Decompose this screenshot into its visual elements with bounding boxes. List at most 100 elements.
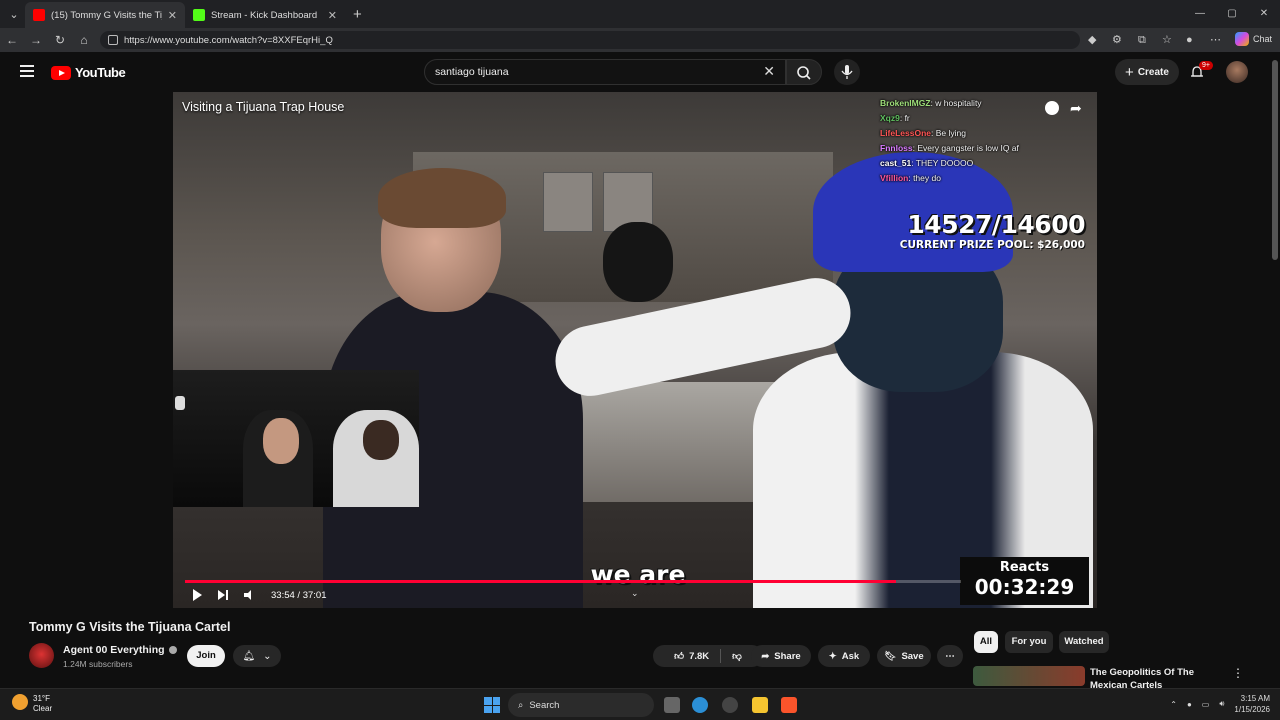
thumbs-up-icon[interactable]: 👍︎ bbox=[674, 650, 684, 662]
favorites-icon[interactable]: ☆ bbox=[1162, 28, 1172, 52]
close-tab-icon[interactable]: ✕ bbox=[328, 9, 337, 22]
chip-for-you[interactable]: For you bbox=[1005, 631, 1053, 653]
menu-hamburger-icon[interactable] bbox=[20, 65, 34, 80]
chat-message: Vfillion: they do bbox=[880, 171, 1090, 186]
prize-pool: CURRENT PRIZE POOL: $26,000 bbox=[899, 239, 1085, 251]
recommended-thumbnail[interactable] bbox=[973, 666, 1085, 686]
youtube-logo-text: YouTube bbox=[75, 65, 126, 80]
video-progress-bar[interactable] bbox=[185, 580, 961, 583]
play-icon[interactable] bbox=[193, 589, 202, 601]
new-tab-plus-icon[interactable]: + bbox=[353, 6, 362, 23]
back-arrow-icon[interactable]: ← bbox=[0, 33, 24, 47]
file-explorer-icon[interactable] bbox=[752, 697, 768, 713]
subscriber-count: 1.24M subscribers bbox=[63, 659, 133, 669]
save-button[interactable]: 🔖︎ Save bbox=[877, 645, 931, 667]
network-icon[interactable]: ▭ bbox=[1202, 700, 1210, 709]
next-icon[interactable] bbox=[218, 590, 228, 600]
more-vertical-icon[interactable]: ⋮ bbox=[1232, 666, 1244, 680]
time-total: 37:01 bbox=[302, 589, 327, 601]
extension-icon[interactable]: ◆ bbox=[1088, 28, 1096, 52]
copilot-chat-button[interactable]: Chat bbox=[1234, 32, 1272, 46]
site-info-icon[interactable] bbox=[108, 35, 118, 45]
tab-kick[interactable]: Stream - Kick Dashboard ✕ bbox=[185, 2, 345, 28]
volume-icon[interactable] bbox=[244, 590, 255, 600]
channel-avatar[interactable] bbox=[29, 643, 54, 668]
chat-message: cast_51: THEY DOOOO bbox=[880, 156, 1090, 171]
url-field[interactable]: https://www.youtube.com/watch?v=8XXFEqrH… bbox=[100, 31, 1080, 49]
page-scrollbar[interactable] bbox=[1272, 60, 1278, 260]
create-button[interactable]: + Create bbox=[1115, 59, 1179, 85]
chip-all[interactable]: All bbox=[974, 631, 998, 653]
windows-start-icon[interactable] bbox=[484, 697, 500, 713]
voice-search-button[interactable] bbox=[834, 59, 860, 85]
webcam-overlay bbox=[173, 370, 419, 507]
browser-tab-bar: ⌄ (15) Tommy G Visits the Tijuana Cartel… bbox=[0, 0, 1280, 28]
youtube-logo[interactable]: YouTube bbox=[51, 65, 126, 80]
system-tray: ⌃ ● ▭ 🔊︎ 3:15 AM 1/15/2026 bbox=[1170, 693, 1270, 715]
window-controls: — ▢ ✕ bbox=[1184, 0, 1280, 28]
sparkle-icon: ✦ bbox=[828, 650, 837, 662]
clear-search-icon[interactable]: ✕ bbox=[763, 63, 775, 80]
taskbar-search[interactable]: ⌕ Search bbox=[508, 693, 654, 717]
youtube-play-logo-icon bbox=[51, 65, 71, 80]
close-tab-icon[interactable]: ✕ bbox=[168, 9, 177, 22]
tab-youtube[interactable]: (15) Tommy G Visits the Tijuana Cartel ✕ bbox=[25, 2, 185, 28]
more-actions-button[interactable]: ⋯ bbox=[937, 645, 963, 667]
search-input[interactable]: santiago tijuana ✕ bbox=[424, 59, 786, 85]
save-label: Save bbox=[901, 650, 924, 662]
share-icon: ➦ bbox=[761, 650, 770, 662]
chat-text: : THEY DOOOO bbox=[911, 158, 974, 168]
kick-favicon-icon bbox=[193, 9, 205, 21]
refresh-icon[interactable]: ↻ bbox=[48, 33, 72, 47]
reacts-label: Reacts bbox=[999, 560, 1050, 575]
create-label: Create bbox=[1137, 66, 1169, 78]
account-avatar[interactable] bbox=[1226, 61, 1248, 83]
volume-icon[interactable]: 🔊︎ bbox=[1219, 699, 1224, 709]
minimize-icon[interactable]: — bbox=[1184, 0, 1216, 28]
clock[interactable]: 3:15 AM 1/15/2026 bbox=[1234, 693, 1270, 715]
task-view-icon[interactable] bbox=[664, 697, 680, 713]
search-icon: ⌕ bbox=[518, 699, 524, 711]
video-player[interactable]: Visiting a Tijuana Trap House ➦ BrokenIM… bbox=[173, 92, 1097, 608]
brave-browser-icon[interactable] bbox=[781, 697, 797, 713]
maximize-icon[interactable]: ▢ bbox=[1216, 0, 1248, 28]
forward-arrow-icon[interactable]: → bbox=[24, 33, 48, 47]
bookmark-icon: 🔖︎ bbox=[884, 650, 897, 662]
chat-username: Fnnloss bbox=[880, 143, 913, 153]
chevron-down-icon: ⌄ bbox=[263, 650, 272, 662]
share-button[interactable]: ➦ Share bbox=[751, 645, 811, 667]
chat-text: : Be lying bbox=[931, 128, 966, 138]
chrome-icon[interactable] bbox=[722, 697, 738, 713]
join-button[interactable]: Join bbox=[187, 645, 225, 667]
thumbs-down-icon[interactable]: 👎︎ bbox=[732, 650, 742, 662]
more-horizontal-icon: ⋯ bbox=[945, 650, 955, 662]
tab-actions-chevron-icon[interactable]: ⌄ bbox=[3, 3, 25, 25]
home-icon[interactable]: ⌂ bbox=[72, 33, 96, 47]
chat-message: LifeLessOne: Be lying bbox=[880, 126, 1090, 141]
close-window-icon[interactable]: ✕ bbox=[1248, 0, 1280, 28]
chevron-down-icon[interactable]: ⌄ bbox=[631, 588, 639, 599]
weather-widget[interactable]: 31°F Clear bbox=[12, 694, 52, 714]
notification-settings-button[interactable]: 🔔︎ ⌄ bbox=[233, 645, 281, 667]
ask-button[interactable]: ✦ Ask bbox=[818, 645, 870, 667]
profile-icon[interactable]: ● bbox=[1186, 28, 1193, 52]
more-menu-icon[interactable]: ⋯ bbox=[1210, 28, 1221, 52]
video-title-overlay: Visiting a Tijuana Trap House bbox=[182, 100, 345, 114]
microphone-icon[interactable]: ● bbox=[1187, 700, 1192, 709]
split-screen-icon[interactable]: ⧉ bbox=[1138, 28, 1146, 52]
chevron-up-icon[interactable]: ⌃ bbox=[1170, 700, 1177, 709]
edge-browser-icon[interactable] bbox=[692, 697, 708, 713]
channel-name[interactable]: Agent 00 Everything bbox=[63, 644, 177, 656]
search-button[interactable] bbox=[786, 59, 822, 85]
time: 3:15 AM bbox=[1240, 694, 1270, 703]
youtube-header: YouTube santiago tijuana ✕ + Create 9+ bbox=[0, 52, 1280, 92]
copilot-icon bbox=[1234, 32, 1249, 46]
windows-taskbar: 31°F Clear ⌕ Search ⌃ ● ▭ 🔊︎ 3:15 AM 1/1… bbox=[0, 688, 1280, 720]
like-count[interactable]: 7.8K bbox=[689, 651, 709, 662]
chat-text: : they do bbox=[908, 173, 941, 183]
chat-text: : Every gangster is low IQ af bbox=[912, 143, 1019, 153]
microphone-icon bbox=[841, 65, 853, 79]
extensions-puzzle-icon[interactable]: ⚙ bbox=[1112, 28, 1122, 52]
taskbar-search-label: Search bbox=[529, 699, 560, 711]
chip-watched[interactable]: Watched bbox=[1059, 631, 1109, 653]
